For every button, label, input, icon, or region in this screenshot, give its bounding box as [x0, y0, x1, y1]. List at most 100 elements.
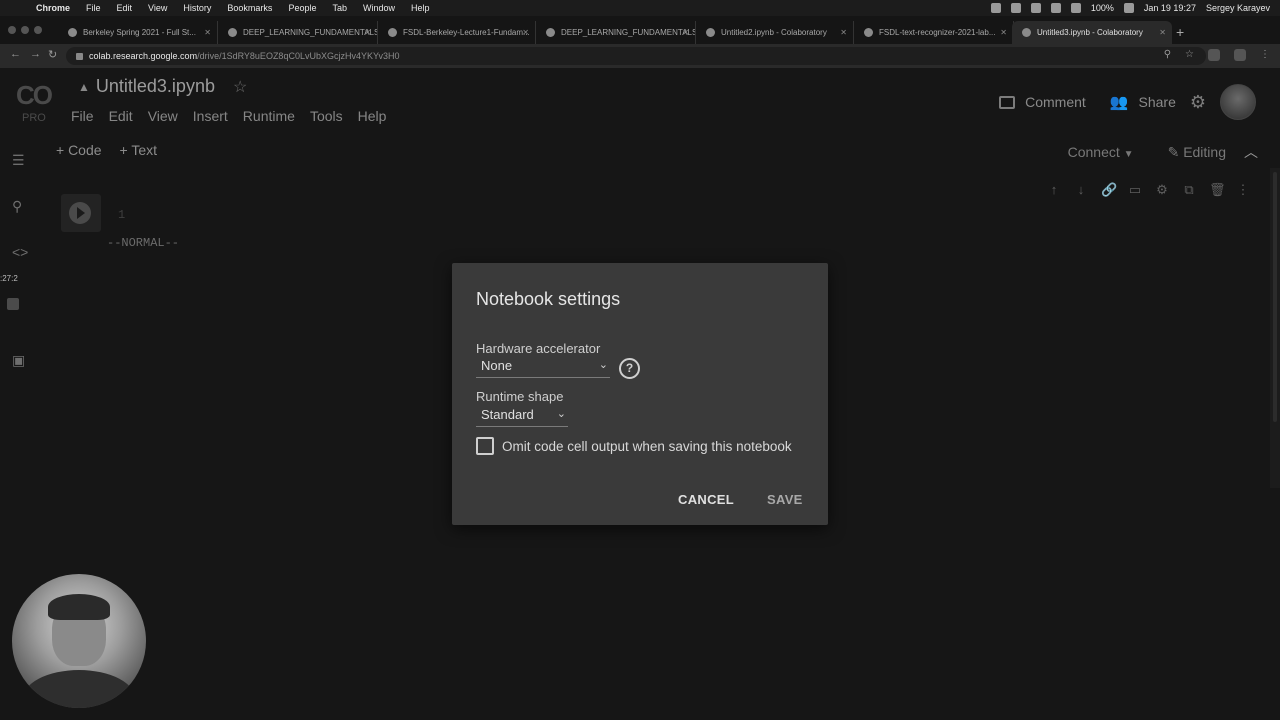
profile-icon[interactable] — [1234, 49, 1246, 61]
close-tab-icon[interactable]: ✕ — [364, 28, 371, 37]
menubar-item-window[interactable]: Window — [363, 3, 395, 13]
window-controls — [8, 26, 42, 34]
menu-runtime[interactable]: Runtime — [243, 108, 295, 124]
mirror-cell-icon[interactable]: ⧉ — [1182, 182, 1196, 198]
menubar-item-history[interactable]: History — [183, 3, 211, 13]
close-tab-icon[interactable]: ✕ — [204, 28, 211, 37]
menubar-item-bookmarks[interactable]: Bookmarks — [227, 3, 272, 13]
omit-output-checkbox[interactable] — [476, 437, 494, 455]
add-code-button[interactable]: + Code — [56, 142, 102, 158]
close-window-icon[interactable] — [8, 26, 16, 34]
hardware-accelerator-select[interactable]: None ⌄ — [476, 358, 610, 378]
comment-button[interactable]: Comment — [999, 94, 1086, 110]
chevron-down-icon: ⌄ — [556, 408, 566, 420]
share-button[interactable]: 👥 Share — [1110, 93, 1176, 111]
minimize-window-icon[interactable] — [21, 26, 29, 34]
colab-logo[interactable]: CO PRO — [16, 80, 58, 124]
scrollbar-thumb[interactable] — [1273, 172, 1277, 422]
editing-label: Editing — [1183, 143, 1226, 160]
comment-icon[interactable]: ▭ — [1128, 182, 1142, 198]
menu-insert[interactable]: Insert — [193, 108, 228, 124]
extension-icon[interactable] — [1208, 49, 1220, 61]
settings-gear-icon[interactable]: ⚙ — [1155, 182, 1169, 198]
move-cell-down-icon[interactable]: ↓ — [1074, 182, 1088, 198]
menubar-item-edit[interactable]: Edit — [117, 3, 133, 13]
menubar-item-tab[interactable]: Tab — [332, 3, 347, 13]
menu-help[interactable]: Help — [358, 108, 387, 124]
menubar-item-file[interactable]: File — [86, 3, 101, 13]
cell-toolbar: ↑ ↓ 🔗 ▭ ⚙ ⧉ 🗑 ⋮ — [1047, 182, 1250, 198]
close-tab-icon[interactable]: ✕ — [522, 28, 529, 37]
menu-tools[interactable]: Tools — [310, 108, 343, 124]
address-bar[interactable]: colab.research.google.com /drive/1SdRY8u… — [66, 47, 1206, 65]
menubar-datetime[interactable]: Jan 19 19:27 — [1144, 3, 1196, 13]
dropbox-icon[interactable] — [1010, 3, 1021, 13]
close-tab-icon[interactable]: ✕ — [1159, 28, 1166, 37]
notebook-title[interactable]: Untitled3.ipynb — [96, 76, 215, 97]
terminal-icon[interactable]: ▣ — [12, 352, 25, 369]
table-of-contents-icon[interactable]: ☰ — [12, 152, 25, 169]
browser-tab[interactable]: FSDL-text-recognizer-2021-lab... ✕ — [854, 21, 1014, 44]
header-actions: Comment 👥 Share ⚙ — [999, 84, 1256, 120]
menubar-item-view[interactable]: View — [148, 3, 167, 13]
settings-gear-icon[interactable]: ⚙ — [1190, 92, 1206, 113]
browser-tab[interactable]: Untitled2.ipynb - Colaboratory ✕ — [696, 21, 854, 44]
close-tab-icon[interactable]: ✕ — [682, 28, 689, 37]
bookmark-star-icon[interactable]: ☆ — [1185, 49, 1194, 61]
omit-output-label[interactable]: Omit code cell output when saving this n… — [502, 439, 792, 454]
move-cell-up-icon[interactable]: ↑ — [1047, 182, 1061, 198]
tab-label: Untitled3.ipynb - Colaboratory — [1037, 28, 1143, 37]
tab-favicon-icon — [706, 28, 715, 37]
omit-output-option[interactable]: Omit code cell output when saving this n… — [476, 437, 792, 455]
stop-icon[interactable] — [7, 298, 19, 310]
menu-file[interactable]: File — [71, 108, 94, 124]
chevron-down-icon: ⌄ — [598, 359, 608, 371]
close-tab-icon[interactable]: ✕ — [1000, 28, 1007, 37]
forward-arrow-icon[interactable]: → — [30, 48, 41, 60]
collapse-header-icon[interactable]: ︿ — [1244, 142, 1258, 162]
menu-edit[interactable]: Edit — [109, 108, 133, 124]
search-icon[interactable]: ⚲ — [12, 198, 22, 215]
browser-tab[interactable]: FSDL-Berkeley-Lecture1-Fundam... ✕ — [378, 21, 536, 44]
account-avatar[interactable] — [1220, 84, 1256, 120]
browser-menu-icon[interactable]: ⋮ — [1260, 49, 1270, 61]
screen-record-icon[interactable] — [1030, 3, 1041, 13]
menubar-app-name[interactable]: Chrome — [36, 3, 70, 13]
drive-icon: ▲ — [78, 79, 90, 94]
menu-view[interactable]: View — [148, 108, 178, 124]
reload-icon[interactable]: ↻ — [48, 48, 57, 61]
run-cell-button[interactable] — [61, 194, 101, 232]
dialog-title: Notebook settings — [476, 289, 621, 309]
menubar-item-help[interactable]: Help — [411, 3, 430, 13]
link-icon[interactable]: 🔗 — [1101, 182, 1117, 198]
bluetooth-icon[interactable] — [1050, 3, 1061, 13]
trash-icon[interactable]: 🗑 — [1209, 182, 1226, 198]
close-tab-icon[interactable]: ✕ — [840, 28, 847, 37]
runtime-shape-select[interactable]: Standard ⌄ — [476, 407, 568, 427]
connect-button[interactable]: Connect ▼ — [1068, 144, 1134, 160]
browser-tab[interactable]: Berkeley Spring 2021 - Full St... ✕ — [58, 21, 218, 44]
browser-tab[interactable]: DEEP_LEARNING_FUNDAMENTALS_... ✕ — [218, 21, 378, 44]
browser-tab[interactable]: DEEP_LEARNING_FUNDAMENTALS_... ✕ — [536, 21, 696, 44]
notebook-scrollbar[interactable] — [1270, 168, 1280, 488]
back-arrow-icon[interactable]: ← — [10, 48, 21, 60]
menubar-user[interactable]: Sergey Karayev — [1206, 3, 1270, 13]
location-icon[interactable] — [990, 3, 1001, 13]
menubar-item-people[interactable]: People — [288, 3, 316, 13]
screen: Chrome File Edit View History Bookmarks … — [0, 0, 1280, 720]
editing-mode-button[interactable]: ✎ Editing — [1168, 144, 1226, 161]
new-tab-icon[interactable]: + — [1176, 24, 1184, 40]
browser-tab-active[interactable]: Untitled3.ipynb - Colaboratory ✕ — [1012, 21, 1172, 44]
wifi-icon[interactable] — [1070, 3, 1081, 13]
zoom-icon[interactable]: ⚲ — [1164, 49, 1171, 61]
star-icon[interactable]: ☆ — [233, 77, 247, 97]
battery-icon[interactable] — [1123, 3, 1134, 13]
add-text-button[interactable]: + Text — [120, 142, 158, 158]
save-button[interactable]: SAVE — [767, 492, 803, 507]
zoom-window-icon[interactable] — [34, 26, 42, 34]
help-icon[interactable]: ? — [619, 358, 640, 379]
more-vert-icon[interactable]: ⋮ — [1236, 182, 1250, 198]
code-snippets-icon[interactable]: <> — [12, 244, 28, 260]
lock-icon[interactable] — [76, 52, 83, 60]
cancel-button[interactable]: CANCEL — [678, 492, 734, 507]
